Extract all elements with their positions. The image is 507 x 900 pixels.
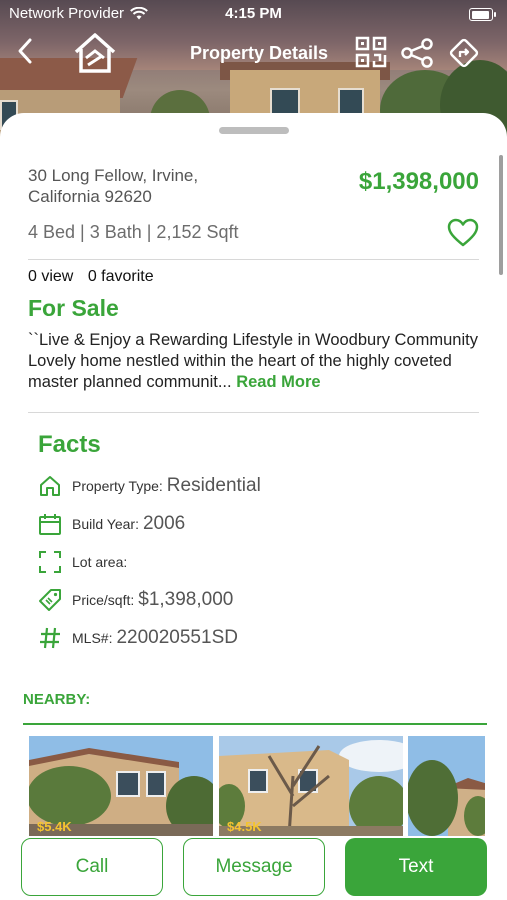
frame-icon bbox=[39, 551, 61, 573]
nearby-listing[interactable]: $5.4K bbox=[29, 736, 213, 836]
share-icon[interactable] bbox=[400, 38, 434, 68]
fact-label: Price/sqft bbox=[72, 592, 131, 608]
home-icon bbox=[40, 476, 60, 496]
calendar-icon bbox=[39, 514, 61, 535]
favorite-heart-icon[interactable] bbox=[447, 218, 479, 248]
fact-value: Residential bbox=[166, 475, 261, 496]
fact-price-sqft: Price/sqft: $1,398,000 bbox=[38, 586, 233, 614]
read-more-link[interactable]: Read More bbox=[236, 373, 320, 391]
scrollbar[interactable] bbox=[499, 155, 503, 275]
house-logo-icon[interactable] bbox=[72, 32, 118, 74]
call-button[interactable]: Call bbox=[21, 838, 163, 896]
status-bar: Network Provider 4:15 PM bbox=[0, 0, 507, 26]
nearby-divider bbox=[23, 723, 487, 725]
nearby-listing[interactable] bbox=[408, 736, 485, 836]
fact-label: Property Type bbox=[72, 478, 159, 494]
qr-code-icon[interactable] bbox=[355, 36, 387, 68]
fact-build-year: Build Year: 2006 bbox=[38, 510, 185, 538]
nav-bar: Property Details bbox=[0, 30, 507, 76]
hash-icon bbox=[40, 627, 60, 649]
page-title: Property Details bbox=[190, 43, 329, 63]
fact-mls: MLS#: 220020551SD bbox=[38, 624, 238, 652]
message-button[interactable]: Message bbox=[183, 838, 325, 896]
fact-lot-area: Lot area: bbox=[38, 548, 131, 576]
battery-icon bbox=[469, 8, 496, 21]
nearby-price: $5.4K bbox=[37, 819, 72, 834]
favorite-count: 0 favorite bbox=[87, 268, 154, 285]
listing-status: For Sale bbox=[28, 295, 119, 321]
fact-label: MLS# bbox=[72, 630, 109, 646]
fact-label: Lot area bbox=[72, 554, 124, 570]
divider bbox=[28, 259, 479, 260]
text-button[interactable]: Text bbox=[345, 838, 487, 896]
fact-value: 220020551SD bbox=[116, 627, 238, 648]
fact-value: $1,398,000 bbox=[138, 589, 234, 610]
property-price: $1,398,000 bbox=[358, 168, 479, 195]
nearby-price: $4.5K bbox=[227, 819, 262, 834]
clock: 4:15 PM bbox=[225, 5, 282, 22]
fact-value: 2006 bbox=[142, 513, 186, 534]
back-chevron-icon[interactable] bbox=[12, 36, 38, 66]
divider bbox=[28, 412, 479, 413]
fact-label: Build Year bbox=[72, 516, 136, 532]
nearby-listing[interactable]: $4.5K bbox=[219, 736, 403, 836]
property-specs: 4 Bed | 3 Bath | 2,152 Sqft bbox=[28, 222, 239, 242]
view-favorite-counts: 0 view 0 favorite bbox=[28, 268, 164, 286]
facts-heading: Facts bbox=[38, 431, 101, 458]
view-count: 0 view bbox=[28, 268, 74, 285]
price-tag-icon bbox=[39, 589, 61, 611]
house-photo bbox=[408, 736, 485, 836]
address-line-2: California 92620 bbox=[28, 187, 152, 206]
address-line-1: 30 Long Fellow, Irvine, bbox=[28, 166, 199, 185]
nearby-heading: NEARBY: bbox=[23, 691, 91, 708]
fact-property-type: Property Type: Residential bbox=[38, 472, 261, 500]
directions-icon[interactable] bbox=[447, 36, 481, 70]
property-description: ``Live & Enjoy a Rewarding Lifestyle in … bbox=[28, 330, 480, 393]
drag-handle[interactable] bbox=[219, 127, 289, 134]
details-card: 30 Long Fellow, Irvine, California 92620… bbox=[0, 113, 507, 900]
property-address: 30 Long Fellow, Irvine, California 92620 bbox=[28, 165, 248, 207]
